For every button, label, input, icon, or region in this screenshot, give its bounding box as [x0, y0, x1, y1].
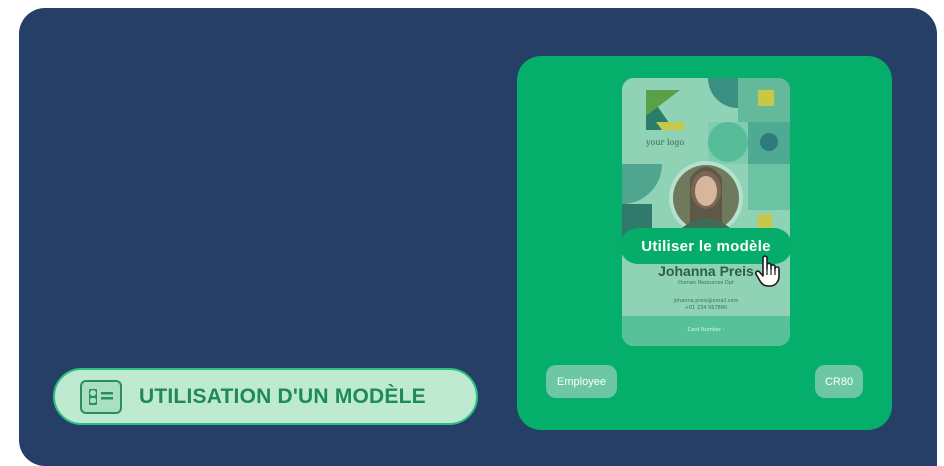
hand-pointer-icon [754, 254, 784, 292]
feature-label: UTILISATION D'UN MODÈLE [139, 384, 426, 408]
template-preview-panel: your logo Johanna Preis Human Resources … [517, 56, 892, 430]
employee-tag: Employee [546, 365, 617, 398]
cr80-tag: CR80 [815, 365, 863, 398]
id-card-icon [80, 379, 122, 414]
feature-pill: UTILISATION D'UN MODÈLE [53, 368, 478, 425]
card-email: johanna.preis@email.com [673, 298, 739, 304]
card-number-label: Card Number : [687, 327, 725, 333]
id-card-template[interactable]: your logo Johanna Preis Human Resources … [622, 78, 790, 346]
card-phone: +01 234 567890 [684, 305, 728, 311]
logo-text: your logo [646, 138, 685, 147]
